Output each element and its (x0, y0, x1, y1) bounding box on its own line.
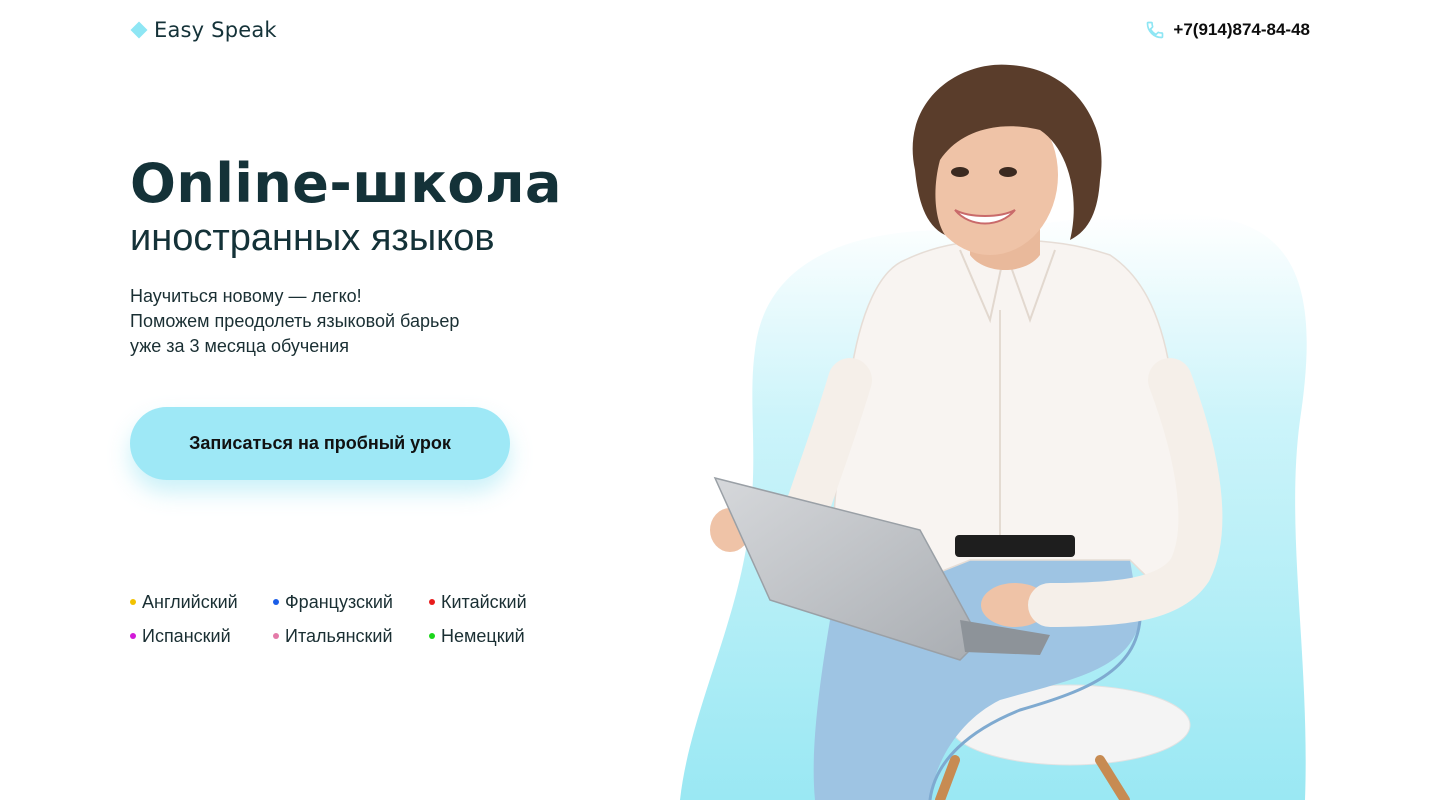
language-item: Английский (130, 592, 273, 612)
phone-number: +7(914)874-84-48 (1173, 20, 1310, 39)
hero-illustration (670, 60, 1330, 800)
trial-lesson-button[interactable]: Записаться на пробный урок (130, 407, 510, 480)
hero-text-line: уже за 3 месяца обучения (130, 336, 350, 356)
hero-text-line: Научиться новому — легко! (130, 286, 362, 306)
site-header: Easy Speak +7(914)874-84-48 (130, 18, 1310, 48)
language-label: Испанский (142, 625, 231, 646)
bullet-dot-icon (273, 633, 279, 639)
phone-icon (1145, 20, 1165, 40)
language-label: Итальянский (285, 625, 393, 646)
eye (951, 167, 969, 177)
bullet-dot-icon (130, 633, 136, 639)
language-label: Китайский (441, 591, 527, 612)
language-item: Французский (273, 592, 429, 612)
language-item: Китайский (429, 592, 549, 612)
hero-description: Научиться новому — легко! Поможем преодо… (130, 284, 459, 359)
logo[interactable]: Easy Speak (130, 18, 277, 42)
belt (955, 535, 1075, 557)
bullet-dot-icon (429, 633, 435, 639)
diamond-logo-icon (130, 21, 148, 39)
language-label: Французский (285, 591, 393, 612)
language-list: Английский Французский Китайский Испанск… (130, 592, 549, 646)
hero-text-line: Поможем преодолеть языковой барьер (130, 311, 460, 331)
logo-text: Easy Speak (154, 18, 277, 42)
eye (999, 167, 1017, 177)
language-label: Немецкий (441, 625, 525, 646)
bullet-dot-icon (130, 599, 136, 605)
language-item: Испанский (130, 626, 273, 646)
hero-title: Online-школа (130, 152, 562, 215)
language-item: Итальянский (273, 626, 429, 646)
phone-link[interactable]: +7(914)874-84-48 (1145, 20, 1310, 40)
bullet-dot-icon (273, 599, 279, 605)
bullet-dot-icon (429, 599, 435, 605)
language-label: Английский (142, 591, 238, 612)
language-item: Немецкий (429, 626, 549, 646)
hero-subtitle: иностранных языков (130, 217, 495, 259)
